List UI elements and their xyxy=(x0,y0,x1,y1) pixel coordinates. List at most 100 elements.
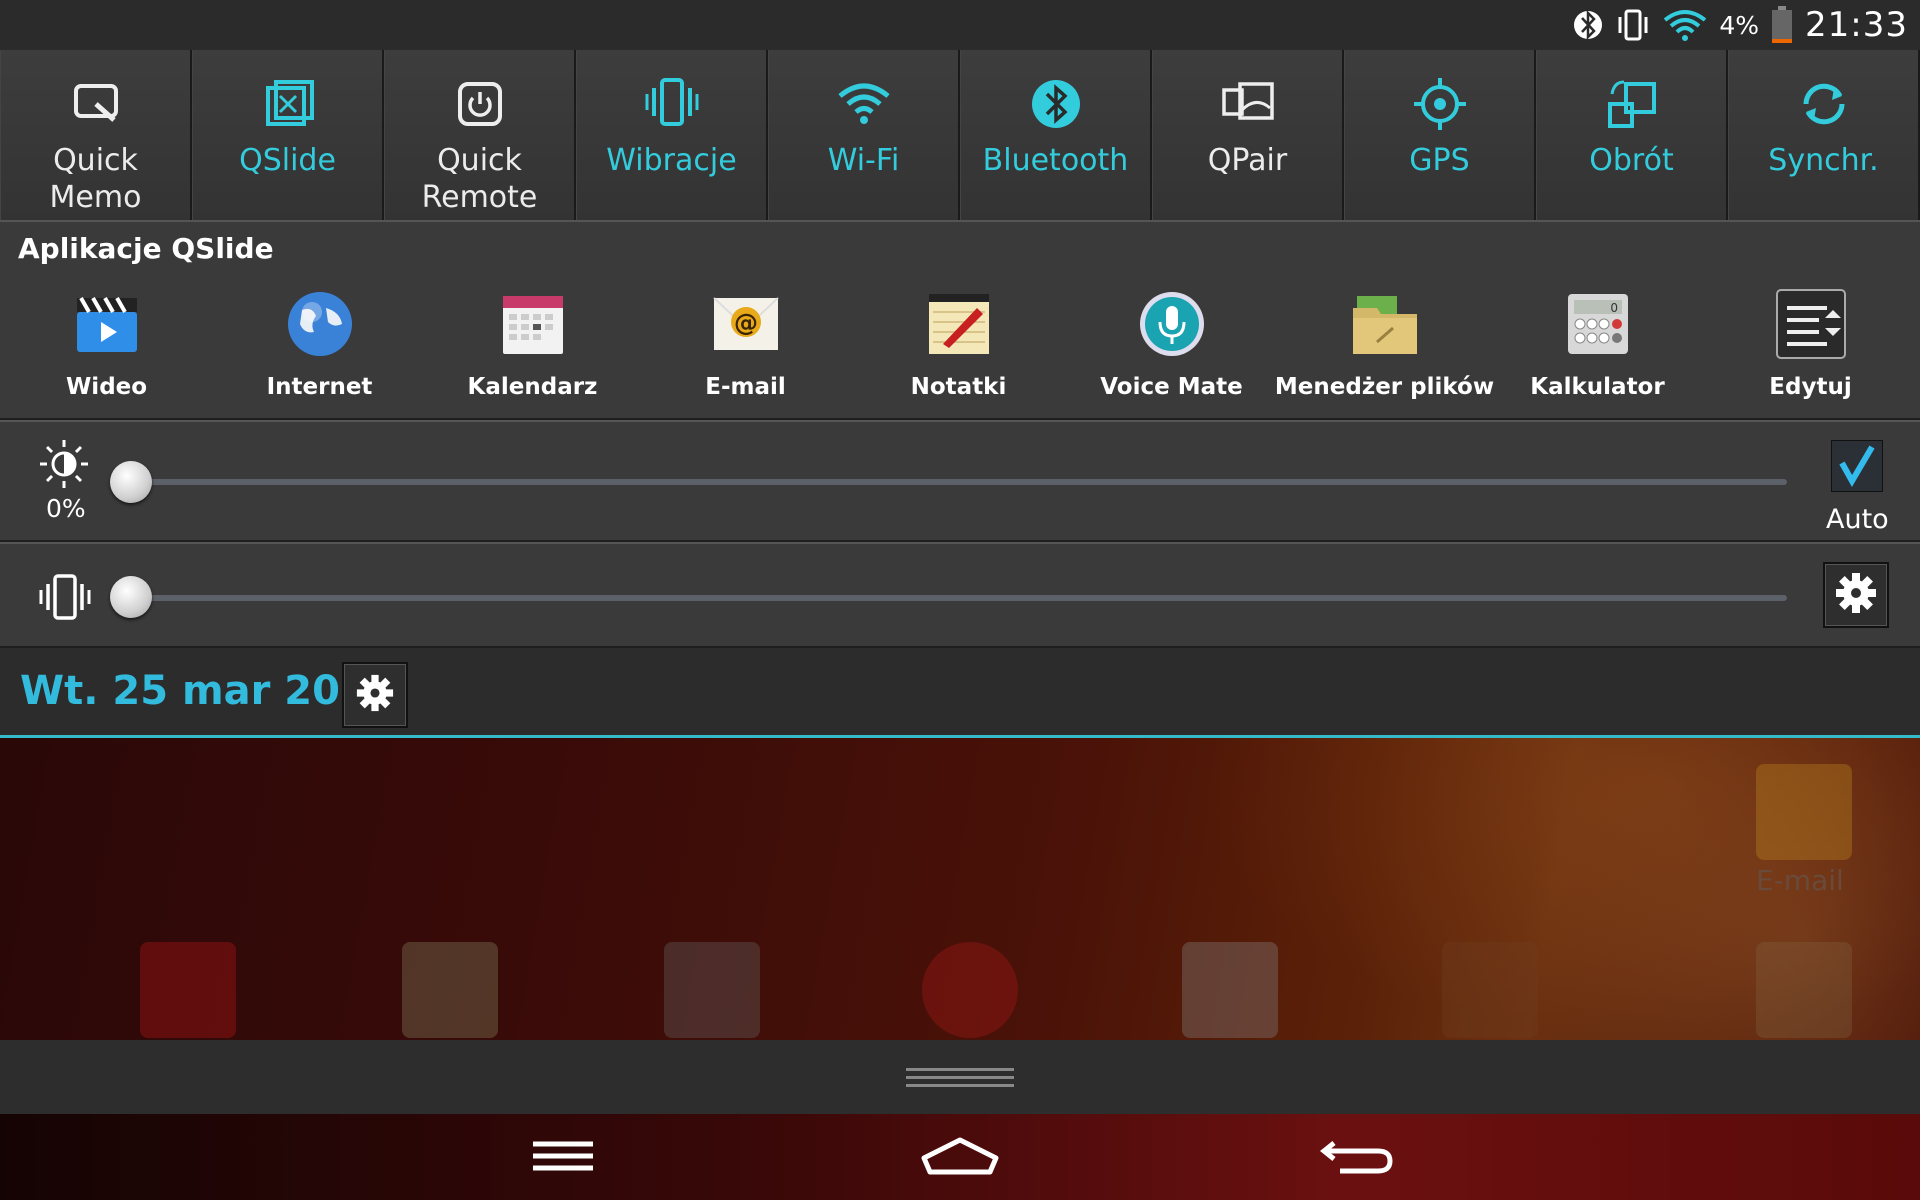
toggle-label: Quick Memo xyxy=(49,143,142,215)
qslide-app-video[interactable]: Wideo xyxy=(0,288,213,400)
svg-text:0: 0 xyxy=(1610,301,1618,315)
toggle-label: Bluetooth xyxy=(982,143,1129,178)
back-button[interactable] xyxy=(1312,1130,1402,1186)
qslide-app-calendar[interactable]: Kalendarz xyxy=(426,288,639,400)
quick-settings-toggles: Quick Memo QSlide Quick Remote Wibracje … xyxy=(0,50,1920,220)
qslide-apps-panel: Aplikacje QSlide Wideo Internet Kalendar… xyxy=(0,220,1920,420)
microphone-icon xyxy=(1136,288,1208,360)
folder-icon xyxy=(1349,288,1421,360)
toggle-sync[interactable]: Synchr. xyxy=(1728,50,1920,220)
power-icon xyxy=(457,82,502,126)
battery-icon xyxy=(1771,6,1793,44)
toggle-label: Synchr. xyxy=(1768,143,1879,178)
toggle-label: Quick Remote xyxy=(421,143,538,215)
sync-icon xyxy=(1803,83,1844,125)
sound-settings-button[interactable] xyxy=(1823,562,1889,628)
auto-brightness-label: Auto xyxy=(1826,504,1889,535)
date-row: Wt. 25 mar 2014 xyxy=(0,648,1920,738)
video-icon xyxy=(71,288,143,360)
app-label: Voice Mate xyxy=(1100,374,1243,400)
home-icon xyxy=(920,1136,1000,1180)
gear-icon xyxy=(1835,572,1877,618)
quick-memo-icon xyxy=(73,84,118,122)
toggle-qslide[interactable]: QSlide xyxy=(192,50,384,220)
qslide-app-email[interactable]: @ E-mail xyxy=(639,288,852,400)
home-screen-background: E-mail xyxy=(0,738,1920,1040)
brightness-slider-thumb[interactable] xyxy=(110,461,152,503)
edit-list-icon xyxy=(1775,288,1847,360)
notebook-icon xyxy=(1756,942,1852,1038)
volume-slider-thumb[interactable] xyxy=(110,576,152,618)
app-label: Kalendarz xyxy=(467,374,598,400)
menu-button[interactable] xyxy=(518,1130,608,1186)
app-label: Internet xyxy=(266,374,373,400)
qslide-app-voice-mate[interactable]: Voice Mate xyxy=(1065,288,1278,400)
email-icon: @ xyxy=(710,288,782,360)
toggle-label: QPair xyxy=(1207,143,1288,178)
toggle-quick-memo[interactable]: Quick Memo xyxy=(0,50,192,220)
navigation-bar xyxy=(0,1114,1920,1200)
clock: 21:33 xyxy=(1805,5,1908,45)
volume-row xyxy=(0,542,1920,648)
qslide-app-calculator[interactable]: 0 Kalkulator xyxy=(1491,288,1704,400)
battery-percent: 4% xyxy=(1719,10,1760,40)
qslide-title: Aplikacje QSlide xyxy=(18,232,274,265)
vibrate-icon xyxy=(645,78,698,126)
bluetooth-icon xyxy=(1031,80,1080,128)
auto-brightness-checkbox[interactable] xyxy=(1831,440,1883,492)
email-icon xyxy=(1756,764,1852,860)
qslide-app-file-manager[interactable]: Menedżer plików xyxy=(1275,288,1494,400)
qslide-app-notes[interactable]: Notatki xyxy=(852,288,1065,400)
contacts-icon xyxy=(1442,942,1538,1038)
toggle-qpair[interactable]: QPair xyxy=(1152,50,1344,220)
toggle-gps[interactable]: GPS xyxy=(1344,50,1536,220)
toggle-label: GPS xyxy=(1409,143,1470,178)
brightness-icon xyxy=(38,438,90,494)
app-label: E-mail xyxy=(705,374,786,400)
wifi-icon xyxy=(1663,8,1707,42)
remote-icon xyxy=(664,942,760,1038)
toggle-label: Wibracje xyxy=(606,143,737,178)
wifi-icon xyxy=(837,83,890,124)
app-label: Notatki xyxy=(910,374,1007,400)
alarm-clock-icon xyxy=(922,942,1018,1038)
task-list-icon xyxy=(1182,942,1278,1038)
svg-text:@: @ xyxy=(734,309,758,337)
toggle-label: Wi-Fi xyxy=(827,143,900,178)
brightness-percent: 0% xyxy=(46,494,86,523)
qslide-app-edit[interactable]: Edytuj xyxy=(1704,288,1917,400)
qslide-icon xyxy=(265,80,314,126)
toggle-vibrate[interactable]: Wibracje xyxy=(576,50,768,220)
notepad-icon xyxy=(923,288,995,360)
calendar-icon xyxy=(497,288,569,360)
app-icon xyxy=(140,942,236,1038)
gear-icon xyxy=(356,674,394,716)
date-label: Wt. 25 mar 2014 xyxy=(20,668,396,714)
panel-drag-handle-bar[interactable] xyxy=(0,1040,1920,1114)
calculator-icon: 0 xyxy=(1562,288,1634,360)
toggle-label: Obrót xyxy=(1589,143,1674,178)
vibrate-icon xyxy=(1615,8,1651,42)
settings-button[interactable] xyxy=(342,662,408,728)
globe-icon xyxy=(284,288,356,360)
toggle-quick-remote[interactable]: Quick Remote xyxy=(384,50,576,220)
menu-icon xyxy=(531,1138,595,1178)
app-label: Edytuj xyxy=(1769,374,1852,400)
back-icon xyxy=(1319,1135,1394,1181)
toggle-bluetooth[interactable]: Bluetooth xyxy=(960,50,1152,220)
toggle-wifi[interactable]: Wi-Fi xyxy=(768,50,960,220)
qpair-icon xyxy=(1221,82,1274,120)
toggle-label: QSlide xyxy=(239,143,336,178)
translate-icon xyxy=(402,942,498,1038)
status-bar: 4% 21:33 xyxy=(0,0,1920,50)
toggle-rotate[interactable]: Obrót xyxy=(1536,50,1728,220)
gps-icon xyxy=(1413,78,1466,130)
vibrate-icon xyxy=(38,574,92,624)
brightness-row: 0% Auto xyxy=(0,420,1920,542)
brightness-slider-track[interactable] xyxy=(125,479,1787,485)
app-label: Kalkulator xyxy=(1530,374,1665,400)
volume-slider-track[interactable] xyxy=(125,595,1787,601)
home-button[interactable] xyxy=(915,1130,1005,1186)
qslide-app-internet[interactable]: Internet xyxy=(213,288,426,400)
rotate-icon xyxy=(1607,80,1656,128)
